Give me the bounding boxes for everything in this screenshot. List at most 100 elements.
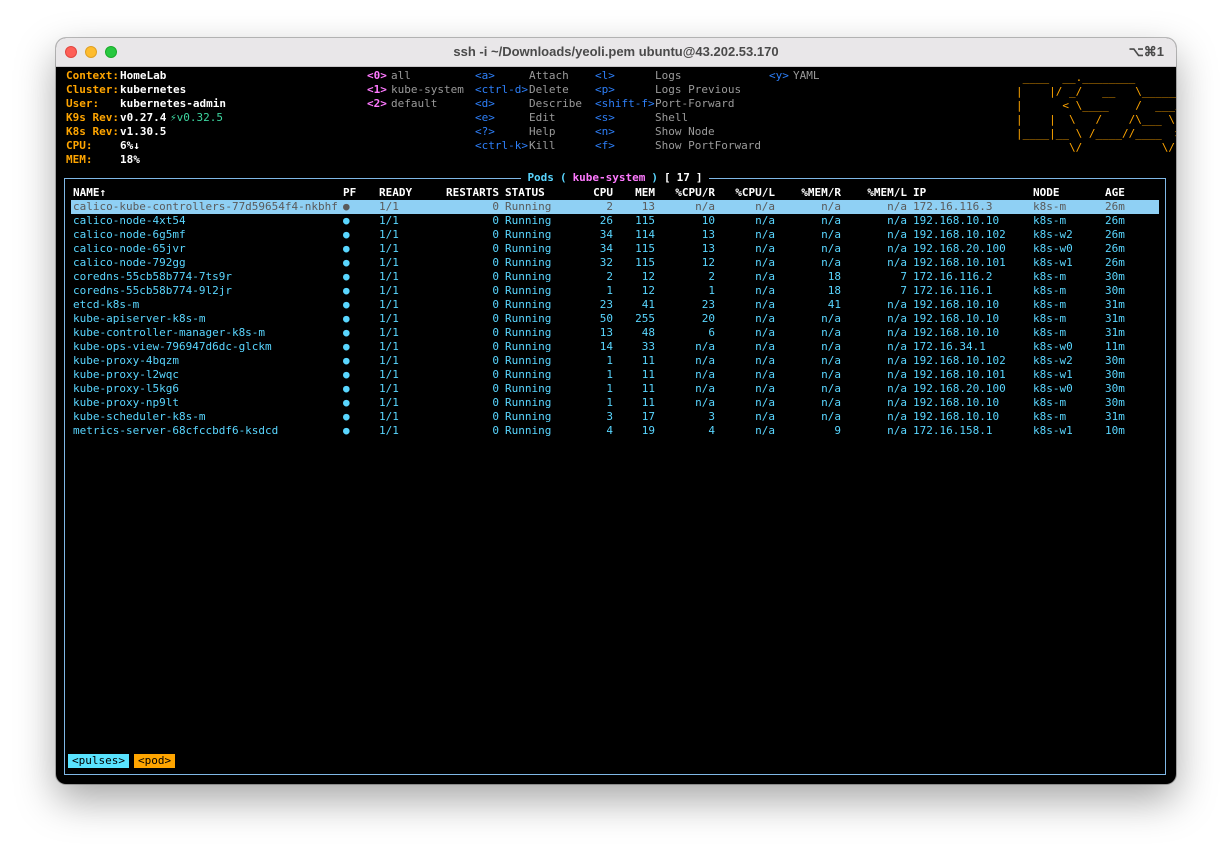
hotkey-attach-key[interactable]: <a> xyxy=(475,69,495,83)
hotkey-help-key[interactable]: <?> xyxy=(475,125,495,139)
hotkey-show-portforward-key[interactable]: <f> xyxy=(595,139,615,153)
col-ready[interactable]: READY xyxy=(379,186,412,200)
col-mem-r[interactable]: %MEM/R xyxy=(781,186,841,200)
cell-pf: ● xyxy=(343,382,350,395)
hotkey-kill-label[interactable]: Kill xyxy=(529,139,556,153)
cell-cpu: 26 xyxy=(599,214,613,227)
table-row[interactable]: calico-node-6g5mf ● 1/1 0 Running 34 114 13 n/a n… xyxy=(65,228,1165,242)
cell-mem-r: n/a xyxy=(821,354,841,367)
ns-key-2[interactable]: <2> xyxy=(367,97,387,111)
table-row[interactable]: calico-node-65jvr ● 1/1 0 Running 34 115 13 n/a n… xyxy=(65,242,1165,256)
cell-cpu-l: n/a xyxy=(755,354,775,367)
hotkey-kill-key[interactable]: <ctrl-k> xyxy=(475,139,528,153)
hotkey-port-forward-key[interactable]: <shift-f> xyxy=(595,97,655,111)
cell-ip: 192.168.10.102 xyxy=(913,228,1006,241)
cell-mem-r: n/a xyxy=(821,242,841,255)
table-row[interactable]: kube-proxy-np9lt ● 1/1 0 Running 1 11 n/a n/a n/a… xyxy=(65,396,1165,410)
hotkey-shell-key[interactable]: <s> xyxy=(595,111,615,125)
cell-name: kube-proxy-l5kg6 xyxy=(73,382,179,395)
col-age[interactable]: AGE xyxy=(1105,186,1125,200)
ns-key-1[interactable]: <1> xyxy=(367,83,387,97)
cell-ready: 1/1 xyxy=(379,298,399,311)
table-row[interactable]: calico-node-792gg ● 1/1 0 Running 32 115 12 n/a n… xyxy=(65,256,1165,270)
cell-status: Running xyxy=(505,256,552,269)
table-row[interactable]: kube-scheduler-k8s-m ● 1/1 0 Running 3 17 3 n/a n… xyxy=(65,410,1165,424)
col-restarts[interactable]: RESTARTS xyxy=(437,186,499,200)
hotkey-describe-label[interactable]: Describe xyxy=(529,97,582,111)
hotkey-logs-previous-label[interactable]: Logs Previous xyxy=(655,83,741,97)
cell-status: Running xyxy=(505,284,552,297)
cell-mem: 12 xyxy=(641,270,655,283)
cell-cpu: 2 xyxy=(606,200,613,213)
table-row[interactable]: kube-apiserver-k8s-m ● 1/1 0 Running 50 255 20 n… xyxy=(65,312,1165,326)
col-status[interactable]: STATUS xyxy=(505,186,545,200)
hotkey-delete-label[interactable]: Delete xyxy=(529,83,569,97)
breadcrumb-pulses[interactable]: <pulses> xyxy=(68,754,129,768)
cell-cpu-r: 23 xyxy=(701,298,715,311)
cell-node: k8s-m xyxy=(1033,214,1067,227)
table-row[interactable]: etcd-k8s-m ● 1/1 0 Running 23 41 23 n/a 41 n/a 192.… xyxy=(65,298,1165,312)
table-row[interactable]: calico-node-4xt54 ● 1/1 0 Running 26 115 10 n/a n… xyxy=(65,214,1165,228)
hotkey-attach-label[interactable]: Attach xyxy=(529,69,569,83)
cell-age: 10m xyxy=(1105,424,1125,437)
cell-cpu: 1 xyxy=(606,396,613,409)
col-cpu-r[interactable]: %CPU/R xyxy=(661,186,715,200)
cell-ready: 1/1 xyxy=(379,284,399,297)
cell-age: 31m xyxy=(1105,312,1125,325)
table-row[interactable]: metrics-server-68cfccbdf6-ksdcd ● 1/1 0 Runn… xyxy=(65,424,1165,438)
cell-mem: 13 xyxy=(641,200,655,213)
hotkey-yaml-label[interactable]: YAML xyxy=(793,69,820,83)
cell-mem-l: n/a xyxy=(887,256,907,269)
table-row[interactable]: coredns-55cb58b774-7ts9r ● 1/1 0 Running 2 12 2… xyxy=(65,270,1165,284)
hotkey-logs-previous-key[interactable]: <p> xyxy=(595,83,615,97)
breadcrumb-pod[interactable]: <pod> xyxy=(133,754,176,768)
hotkey-port-forward-label[interactable]: Port-Forward xyxy=(655,97,734,111)
col-ip[interactable]: IP xyxy=(913,186,926,200)
cell-name: kube-ops-view-796947d6dc-glckm xyxy=(73,340,272,353)
table-row[interactable]: kube-proxy-4bqzm ● 1/1 0 Running 1 11 n/a n/a n/a… xyxy=(65,354,1165,368)
table-row[interactable]: coredns-55cb58b774-9l2jr ● 1/1 0 Running 1 12 1… xyxy=(65,284,1165,298)
window-title: ssh -i ~/Downloads/yeoli.pem ubuntu@43.2… xyxy=(453,44,779,59)
cell-age: 31m xyxy=(1105,326,1125,339)
cell-restarts: 0 xyxy=(492,424,499,437)
ns-label-default[interactable]: default xyxy=(391,97,437,111)
k8s-rev-label: K8s Rev: xyxy=(66,125,119,138)
hotkey-describe-key[interactable]: <d> xyxy=(475,97,495,111)
hotkey-help-label[interactable]: Help xyxy=(529,125,556,139)
hotkey-yaml-key[interactable]: <y> xyxy=(769,69,789,83)
col-mem[interactable]: MEM xyxy=(619,186,655,200)
cell-mem: 48 xyxy=(641,326,655,339)
col-cpu-l[interactable]: %CPU/L xyxy=(721,186,775,200)
cell-ip: 172.16.116.1 xyxy=(913,284,993,297)
context-label: Context: xyxy=(66,69,119,82)
ns-key-0[interactable]: <0> xyxy=(367,69,387,83)
table-row[interactable]: kube-proxy-l2wqc ● 1/1 0 Running 1 11 n/a n/a n/a… xyxy=(65,368,1165,382)
hotkey-logs-key[interactable]: <l> xyxy=(595,69,615,83)
ns-label-kube-system[interactable]: kube-system xyxy=(391,83,464,97)
cell-mem-r: n/a xyxy=(821,214,841,227)
cell-node: k8s-m xyxy=(1033,270,1067,283)
table-row[interactable]: kube-controller-manager-k8s-m ● 1/1 0 Runnin… xyxy=(65,326,1165,340)
hotkey-edit-key[interactable]: <e> xyxy=(475,111,495,125)
ns-label-all[interactable]: all xyxy=(391,69,411,83)
col-pf[interactable]: PF xyxy=(343,186,356,200)
k9s-rev-label: K9s Rev: xyxy=(66,111,119,124)
hotkey-show-portforward-label[interactable]: Show PortForward xyxy=(655,139,761,153)
hotkey-logs-label[interactable]: Logs xyxy=(655,69,682,83)
cell-cpu: 34 xyxy=(599,228,613,241)
hotkey-show-node-label[interactable]: Show Node xyxy=(655,125,715,139)
hotkey-show-node-key[interactable]: <n> xyxy=(595,125,615,139)
col-name[interactable]: NAME↑ xyxy=(73,186,106,200)
table-row[interactable]: calico-kube-controllers-77d59654f4-nkbhf… xyxy=(71,200,1159,214)
col-mem-l[interactable]: %MEM/L xyxy=(847,186,907,200)
hotkey-delete-key[interactable]: <ctrl-d> xyxy=(475,83,528,97)
hotkey-edit-label[interactable]: Edit xyxy=(529,111,556,125)
cell-ready: 1/1 xyxy=(379,396,399,409)
table-row[interactable]: kube-proxy-l5kg6 ● 1/1 0 Running 1 11 n/a n/a n/a… xyxy=(65,382,1165,396)
hotkey-shell-label[interactable]: Shell xyxy=(655,111,688,125)
cell-cpu-l: n/a xyxy=(755,424,775,437)
table-row[interactable]: kube-ops-view-796947d6dc-glckm ● 1/1 0 Runni… xyxy=(65,340,1165,354)
k9s-terminal[interactable]: Context: HomeLab Cluster: kubernetes Use… xyxy=(56,67,1176,784)
col-node[interactable]: NODE xyxy=(1033,186,1060,200)
col-cpu[interactable]: CPU xyxy=(577,186,613,200)
